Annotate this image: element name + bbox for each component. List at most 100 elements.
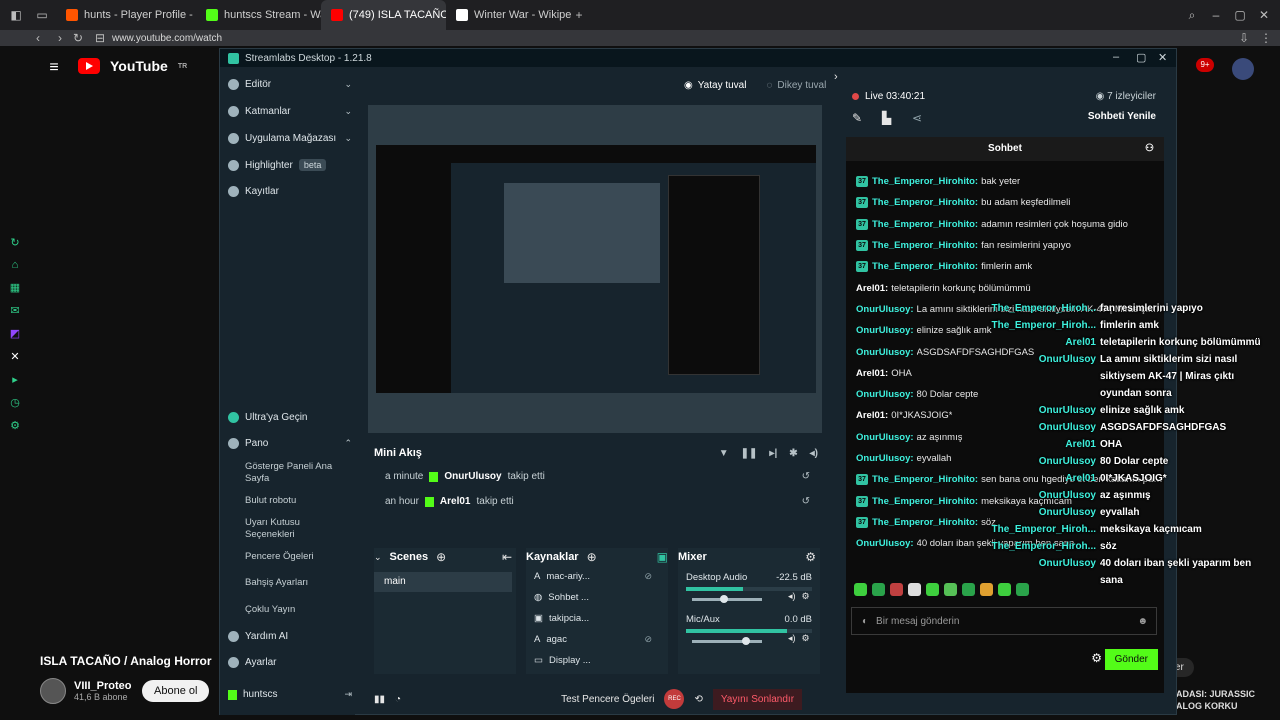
chat-message[interactable]: 37 The_Emperor_Hirohito: bu adam keşfedilm… <box>846 192 1164 213</box>
scene-settings-icon[interactable]: ⇤ <box>502 550 516 564</box>
replay-alert-icon[interactable]: ↺ <box>802 471 822 482</box>
dashboard-home-link[interactable]: Gösterge Paneli Ana Sayfa <box>245 461 345 485</box>
nav-recordings[interactable]: Kayıtlar <box>228 186 352 197</box>
youtube-logo[interactable]: YouTube TR <box>78 58 187 74</box>
collapse-chat-icon[interactable]: › <box>834 71 838 83</box>
chat-message[interactable]: 37 The_Emperor_Hirohito: bak yeter <box>846 171 1164 192</box>
emote-icon[interactable] <box>908 583 921 596</box>
chat-message[interactable]: 37 The_Emperor_Hirohito: fimlerin amk <box>846 256 1164 277</box>
mute-alerts-icon[interactable]: ✱ <box>789 448 797 459</box>
chat-username[interactable]: OnurUlusoy: <box>856 389 914 400</box>
nav-ultra[interactable]: Ultra'ya Geçin <box>228 412 352 423</box>
source-item[interactable]: ▣ takipcia... <box>526 608 668 629</box>
nav-layers[interactable]: Katmanlar ⌄ <box>228 106 352 117</box>
tab-kick[interactable]: huntscs Stream - Watch Li <box>196 0 321 30</box>
twitch-icon[interactable]: ◩ <box>10 327 20 340</box>
nav-settings[interactable]: Ayarlar <box>228 657 352 668</box>
channel-settings-icon[interactable]: ⚙ <box>802 633 810 644</box>
mixer-settings-icon[interactable]: ⚙ <box>805 550 820 564</box>
chat-username[interactable]: OnurUlusoy: <box>856 432 914 443</box>
visibility-off-icon[interactable]: ⊘ <box>644 571 668 582</box>
chat-username[interactable]: OnurUlusoy: <box>856 538 914 549</box>
refresh-chat-button[interactable]: Sohbeti Yenile <box>1088 111 1156 122</box>
emote-icon[interactable] <box>944 583 957 596</box>
source-tools-icon[interactable]: ▣ <box>657 550 668 564</box>
user-list-icon[interactable]: ⚇ <box>1145 137 1154 161</box>
mic-slider[interactable] <box>692 637 762 645</box>
nav-account[interactable]: huntscs ⇥ <box>228 689 352 700</box>
clock-icon[interactable]: ◷ <box>10 396 20 409</box>
chat-username[interactable]: The_Emperor_Hirohito: <box>872 197 978 208</box>
add-scene-icon[interactable]: ⊕ <box>436 550 446 564</box>
volume-icon[interactable]: ◂) <box>810 448 818 459</box>
notification-badge[interactable]: 9+ <box>1196 58 1214 72</box>
chat-username[interactable]: The_Emperor_Hirohito: <box>872 474 978 485</box>
record-button[interactable]: REC <box>664 689 685 709</box>
edit-stream-icon[interactable]: ✎ <box>852 111 862 125</box>
end-stream-button[interactable]: Yayını Sonlandır <box>712 688 803 710</box>
chat-username[interactable]: Arel01: <box>856 283 888 294</box>
channel-avatar[interactable] <box>40 678 66 704</box>
add-source-icon[interactable]: ⊕ <box>587 550 597 564</box>
chat-username[interactable]: OnurUlusoy: <box>856 304 914 315</box>
source-item[interactable]: Amac-ariy... ⊘ <box>526 566 668 587</box>
emote-icon[interactable] <box>926 583 939 596</box>
source-item[interactable]: Aagac ⊘ <box>526 629 668 650</box>
chat-username[interactable]: The_Emperor_Hirohito: <box>872 517 978 528</box>
chat-username[interactable]: Arel01: <box>856 368 888 379</box>
chat-username[interactable]: OnurUlusoy: <box>856 325 914 336</box>
cloudbot-link[interactable]: Bulut robotu <box>245 495 345 507</box>
browser-more-icon[interactable]: ⋮ <box>1258 30 1274 46</box>
desktop-audio-slider[interactable] <box>692 595 762 603</box>
grid-icon[interactable]: ▦ <box>10 281 20 294</box>
search-icon[interactable]: ⌕ <box>1184 7 1200 23</box>
mute-icon[interactable]: ◂) <box>788 591 796 602</box>
sl-close-icon[interactable]: ✕ <box>1158 51 1167 64</box>
emoji-icon[interactable]: ☻ <box>1137 616 1156 627</box>
chat-username[interactable]: The_Emperor_Hirohito: <box>872 219 978 230</box>
nav-app-store[interactable]: Uygulama Mağazası ⌄ <box>228 133 352 144</box>
chat-message[interactable]: Arel01: teletapilerin korkunç bölümümmü <box>846 277 1164 298</box>
stream-preview[interactable] <box>368 105 822 433</box>
chat-username[interactable]: OnurUlusoy: <box>856 453 914 464</box>
tab-faceit[interactable]: hunts - Player Profile - FAC <box>56 0 196 30</box>
alertbox-link[interactable]: Uyarı Kutusu Seçenekleri <box>245 517 345 541</box>
chat-message[interactable]: 37 The_Emperor_Hirohito: adamın resimleri … <box>846 214 1164 235</box>
forward-icon[interactable]: › <box>52 30 68 46</box>
sl-minimize-icon[interactable]: – <box>1113 51 1119 63</box>
minimize-icon[interactable]: – <box>1208 7 1224 23</box>
skip-icon[interactable]: ▸| <box>769 448 777 459</box>
user-avatar[interactable] <box>1232 58 1254 80</box>
chat-username[interactable]: The_Emperor_Hirohito: <box>872 176 978 187</box>
vertical-canvas-tab[interactable]: ◌ Dikey tuval <box>766 80 826 91</box>
scene-item[interactable]: main <box>374 572 512 592</box>
nav-ai-help[interactable]: Yardım AI <box>228 631 352 642</box>
multistream-link[interactable]: Çoklu Yayın <box>245 604 345 616</box>
emote-icon[interactable] <box>890 583 903 596</box>
slider-knob[interactable] <box>719 595 728 603</box>
channel-settings-icon[interactable]: ⚙ <box>802 591 810 602</box>
replay-alert-icon[interactable]: ↺ <box>802 496 822 507</box>
test-widgets-button[interactable]: Test Pencere Ögeleri <box>561 694 654 705</box>
sl-maximize-icon[interactable]: ▢ <box>1136 51 1146 64</box>
stats-icon[interactable]: ▮▮ <box>374 694 385 705</box>
chat-settings-icon[interactable]: ⚙ <box>1091 651 1102 665</box>
tab-youtube[interactable]: (749) ISLA TACAÑO / Ana <box>321 0 446 30</box>
horizontal-canvas-tab[interactable]: ◉ Yatay tuval <box>684 80 746 91</box>
reload-icon[interactable]: ↻ <box>70 30 86 46</box>
nav-dashboard[interactable]: Pano ⌃ <box>228 438 352 449</box>
chat-username[interactable]: OnurUlusoy: <box>856 347 914 358</box>
tip-settings-link[interactable]: Bahşiş Ayarları <box>245 577 345 589</box>
browser-menu-icon[interactable]: ◧ <box>8 7 24 23</box>
settings-icon[interactable]: ⚙ <box>10 419 20 432</box>
nav-highlighter[interactable]: Highlighter beta <box>228 159 352 171</box>
replay-buffer-icon[interactable]: ⟲ <box>694 694 702 705</box>
channel-name[interactable]: VIII_Proteo <box>74 680 131 692</box>
site-info-icon[interactable]: ⊟ <box>92 30 108 46</box>
filter-icon[interactable]: ▼ <box>719 448 729 459</box>
collapse-icon[interactable]: ⌄ <box>374 552 382 563</box>
stream-info-icon[interactable]: ▙ <box>882 111 891 125</box>
close-icon[interactable]: ✕ <box>1256 7 1272 23</box>
share-icon[interactable]: ⋖ <box>912 111 922 125</box>
chat-input[interactable]: ◐ Bir mesaj gönderin ☻ <box>851 607 1157 635</box>
